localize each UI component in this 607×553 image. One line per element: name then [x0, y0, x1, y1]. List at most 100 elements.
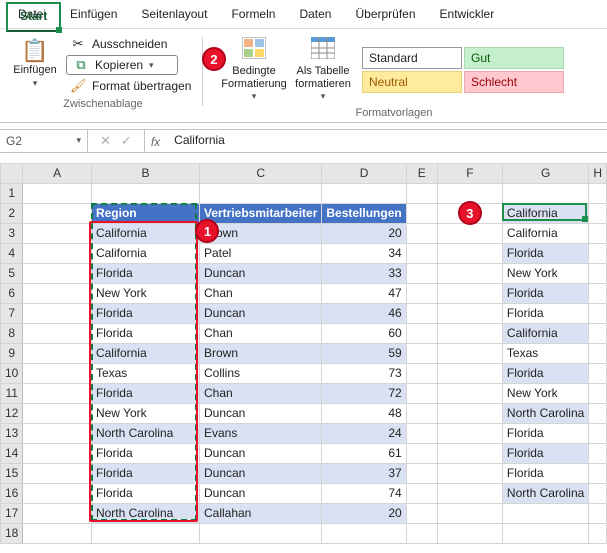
cell-g[interactable]: Florida [502, 283, 588, 303]
cell[interactable] [91, 183, 199, 203]
cell[interactable] [406, 443, 437, 463]
cell[interactable] [589, 523, 607, 543]
cell[interactable] [322, 183, 406, 203]
row-header-14[interactable]: 14 [1, 443, 23, 463]
col-header-H[interactable]: H [589, 163, 607, 183]
cell-orders[interactable]: 33 [322, 263, 406, 283]
cell[interactable] [406, 383, 437, 403]
cell-orders[interactable]: 60 [322, 323, 406, 343]
cell-g[interactable] [502, 503, 588, 523]
cell-g[interactable]: New York [502, 263, 588, 283]
col-header-A[interactable]: A [23, 163, 92, 183]
cell[interactable] [406, 243, 437, 263]
cell-rep[interactable]: Collins [199, 363, 321, 383]
cell-orders[interactable]: 46 [322, 303, 406, 323]
select-all[interactable] [1, 163, 23, 183]
cell-g[interactable]: California [502, 223, 588, 243]
row-header-6[interactable]: 6 [1, 283, 23, 303]
cell-orders[interactable] [322, 523, 406, 543]
cell[interactable] [437, 183, 502, 203]
cell[interactable] [406, 403, 437, 423]
row-header-11[interactable]: 11 [1, 383, 23, 403]
cell[interactable] [437, 503, 502, 523]
cell-orders[interactable]: Bestellungen [322, 203, 406, 223]
cell[interactable] [406, 223, 437, 243]
row-header-3[interactable]: 3 [1, 223, 23, 243]
tab-überprüfen[interactable]: Überprüfen [343, 2, 427, 28]
cell[interactable] [199, 183, 321, 203]
cell[interactable] [589, 323, 607, 343]
cell[interactable] [589, 363, 607, 383]
cell-g[interactable]: Florida [502, 363, 588, 383]
cell[interactable] [23, 483, 92, 503]
cell[interactable] [589, 483, 607, 503]
cell[interactable] [406, 303, 437, 323]
cell-orders[interactable]: 72 [322, 383, 406, 403]
cell-region[interactable]: Florida [91, 463, 199, 483]
cell[interactable] [437, 363, 502, 383]
col-header-B[interactable]: B [91, 163, 199, 183]
fx-icon[interactable]: fx [145, 130, 166, 152]
col-header-F[interactable]: F [437, 163, 502, 183]
cell-rep[interactable]: Evans [199, 423, 321, 443]
cell[interactable] [406, 343, 437, 363]
name-box[interactable]: G2 ▾ [0, 130, 88, 152]
cell-g[interactable]: Florida [502, 463, 588, 483]
cell[interactable] [406, 263, 437, 283]
confirm-icon[interactable]: ✓ [121, 133, 132, 149]
cell[interactable] [437, 523, 502, 543]
cell-orders[interactable]: 20 [322, 503, 406, 523]
cell-styles-gallery[interactable]: Standard Gut Neutral Schlecht [362, 47, 564, 93]
cell[interactable] [23, 403, 92, 423]
cell[interactable] [23, 343, 92, 363]
cell-g[interactable]: California [502, 323, 588, 343]
cell-region[interactable]: Florida [91, 303, 199, 323]
row-header-4[interactable]: 4 [1, 243, 23, 263]
cell[interactable] [589, 463, 607, 483]
format-as-table-button[interactable]: Als Tabelleformatieren ▾ [288, 35, 358, 105]
cell[interactable] [406, 483, 437, 503]
row-header-12[interactable]: 12 [1, 403, 23, 423]
style-gut[interactable]: Gut [464, 47, 564, 69]
cell[interactable] [437, 443, 502, 463]
cell[interactable] [589, 503, 607, 523]
cell-rep[interactable]: Duncan [199, 403, 321, 423]
cell[interactable] [502, 183, 588, 203]
col-header-G[interactable]: G [502, 163, 588, 183]
cell-orders[interactable]: 24 [322, 423, 406, 443]
tab-daten[interactable]: Daten [287, 2, 343, 28]
cell[interactable] [437, 323, 502, 343]
cell-g[interactable]: California [502, 203, 588, 223]
cell-rep[interactable]: Vertriebsmitarbeiter [199, 203, 321, 223]
cell[interactable] [406, 323, 437, 343]
cell[interactable] [23, 443, 92, 463]
tab-einfügen[interactable]: Einfügen [58, 2, 129, 28]
cell[interactable] [406, 423, 437, 443]
cell[interactable] [23, 323, 92, 343]
cell-orders[interactable]: 61 [322, 443, 406, 463]
row-header-7[interactable]: 7 [1, 303, 23, 323]
cell[interactable] [23, 423, 92, 443]
cell-region[interactable]: Region [91, 203, 199, 223]
cell[interactable] [589, 383, 607, 403]
tab-formeln[interactable]: Formeln [219, 2, 287, 28]
cell-orders[interactable]: 47 [322, 283, 406, 303]
tab-seitenlayout[interactable]: Seitenlayout [129, 2, 219, 28]
cell[interactable] [437, 283, 502, 303]
cell[interactable] [23, 503, 92, 523]
cell-g[interactable]: Florida [502, 443, 588, 463]
cell[interactable] [589, 183, 607, 203]
row-header-18[interactable]: 18 [1, 523, 23, 543]
cell-rep[interactable]: Callahan [199, 503, 321, 523]
cell[interactable] [437, 383, 502, 403]
cell[interactable] [23, 183, 92, 203]
cell[interactable] [23, 223, 92, 243]
cell[interactable] [23, 463, 92, 483]
style-schlecht[interactable]: Schlecht [464, 71, 564, 93]
cancel-icon[interactable]: ✕ [100, 133, 111, 149]
cell-rep[interactable]: Chan [199, 323, 321, 343]
cell-orders[interactable]: 59 [322, 343, 406, 363]
cell-rep[interactable]: Duncan [199, 463, 321, 483]
cell[interactable] [589, 263, 607, 283]
cell-rep[interactable]: Chan [199, 383, 321, 403]
